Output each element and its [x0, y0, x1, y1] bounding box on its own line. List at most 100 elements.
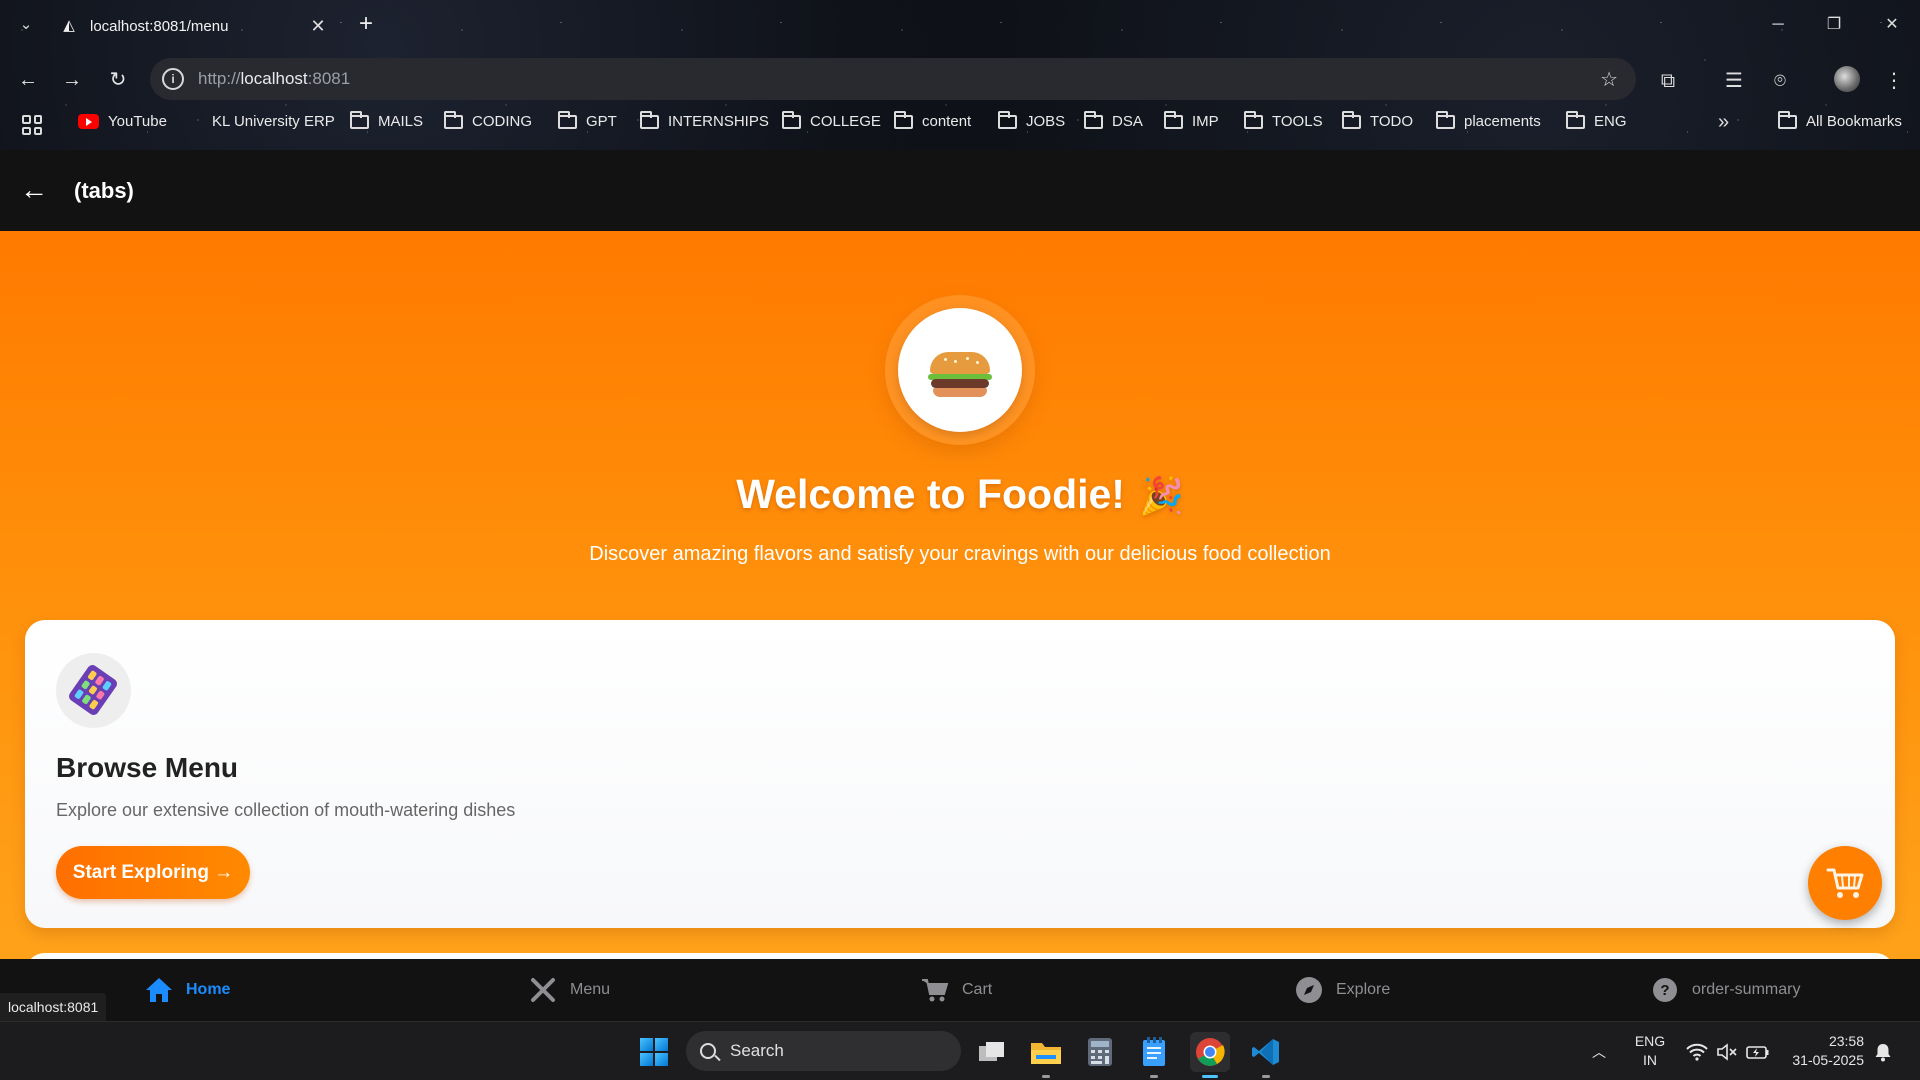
vscode-icon[interactable]	[1246, 1032, 1286, 1078]
folder-icon	[558, 110, 577, 129]
browser-chrome: ⌄ ◭ localhost:8081/menu ✕ + ─ ❐ ✕ ← → ↻ …	[0, 0, 1920, 150]
menu-kebab-icon[interactable]: ⋮	[1880, 67, 1908, 95]
bookmark-folder-placements[interactable]: placements	[1436, 110, 1541, 130]
apps-grid-icon[interactable]	[22, 115, 42, 135]
home-content: Welcome to Foodie! 🎉 Discover amazing fla…	[0, 231, 1920, 959]
language-indicator[interactable]: ENG IN	[1630, 1032, 1670, 1070]
browser-tab-active[interactable]: ◭ localhost:8081/menu ✕	[48, 8, 340, 44]
chrome-icon[interactable]	[1190, 1032, 1230, 1078]
reload-icon[interactable]: ↻	[102, 64, 134, 96]
utensils-icon	[528, 975, 558, 1005]
search-icon	[700, 1043, 716, 1059]
tab-explore[interactable]: Explore	[1294, 975, 1390, 1005]
bookmark-folder-gpt[interactable]: GPT	[558, 110, 617, 130]
notification-bell-icon[interactable]	[1874, 1022, 1892, 1080]
volume-muted-icon[interactable]	[1716, 1022, 1738, 1080]
forward-icon[interactable]: →	[56, 64, 88, 96]
url-text[interactable]: http://localhost:8081	[198, 69, 350, 89]
card-description: Explore our extensive collection of mout…	[56, 800, 516, 820]
tab-order-summary[interactable]: ? order-summary	[1650, 975, 1800, 1005]
folder-icon	[444, 110, 463, 129]
back-arrow-icon[interactable]: ←	[20, 175, 48, 205]
folder-icon	[1164, 110, 1183, 129]
extensions-puzzle-icon[interactable]: ⧉	[1654, 67, 1682, 95]
close-window-icon[interactable]: ✕	[1872, 10, 1912, 40]
bottom-tab-bar: Home Menu Cart Explore ? order-summary	[0, 959, 1920, 1021]
card-icon-wrap	[56, 653, 131, 728]
bookmark-folder-college[interactable]: COLLEGE	[782, 110, 881, 130]
start-exploring-button[interactable]: Start Exploring →	[56, 846, 250, 899]
tab-home[interactable]: Home	[144, 975, 230, 1005]
minimize-icon[interactable]: ─	[1758, 10, 1798, 40]
calculator-icon[interactable]	[1080, 1032, 1120, 1072]
windows-start-icon[interactable]	[640, 1038, 668, 1066]
all-bookmarks[interactable]: All Bookmarks	[1778, 110, 1902, 130]
restore-window-icon[interactable]: ❐	[1814, 10, 1854, 40]
svg-text:?: ?	[1660, 982, 1669, 999]
cart-icon	[1826, 868, 1864, 898]
site-info-icon[interactable]: i	[162, 68, 184, 90]
folder-icon	[782, 110, 801, 129]
header-title: (tabs)	[74, 177, 134, 203]
bookmark-folder-jobs[interactable]: JOBS	[998, 110, 1065, 130]
taskbar-search[interactable]: Search	[686, 1031, 961, 1071]
bookmark-folder-mails[interactable]: MAILS	[350, 110, 423, 130]
expo-favicon-icon: ◭	[63, 17, 75, 34]
bookmark-folder-coding[interactable]: CODING	[444, 110, 532, 130]
back-icon[interactable]: ←	[12, 64, 44, 96]
bookmark-folder-todo[interactable]: TODO	[1342, 110, 1413, 130]
bookmark-star-icon[interactable]: ☆	[1600, 67, 1618, 92]
microsoft-icon	[186, 113, 203, 130]
clock[interactable]: 23:58 31-05-2025	[1784, 1032, 1864, 1070]
link-hover-status: localhost:8081	[0, 993, 107, 1021]
folder-icon	[350, 110, 369, 129]
reading-list-icon[interactable]: ☰	[1720, 67, 1748, 95]
address-bar[interactable]: i http://localhost:8081 ☆	[150, 58, 1636, 100]
bookmark-folder-eng[interactable]: ENG	[1566, 110, 1627, 130]
folder-icon	[1778, 110, 1797, 129]
folder-icon	[998, 110, 1017, 129]
tab-menu[interactable]: Menu	[528, 975, 610, 1005]
help-icon: ?	[1650, 975, 1680, 1005]
bookmark-kl-erp[interactable]: KL University ERP	[186, 113, 335, 130]
welcome-subtitle: Discover amazing flavors and satisfy you…	[589, 543, 1331, 565]
bookmark-folder-internships[interactable]: INTERNSHIPS	[640, 110, 769, 130]
folder-icon	[1342, 110, 1361, 129]
folder-icon	[1436, 110, 1455, 129]
folder-icon	[1244, 110, 1263, 129]
bookmark-youtube[interactable]: YouTube	[78, 113, 167, 130]
tab-cart[interactable]: Cart	[920, 975, 992, 1005]
logo-circle	[898, 308, 1022, 432]
cart-icon	[920, 975, 950, 1005]
browser-toolbar: ← → ↻ i http://localhost:8081 ☆ ⧉ ☰ ⌾ ⋮	[0, 54, 1920, 104]
battery-charging-icon[interactable]	[1746, 1022, 1770, 1080]
new-tab-plus-icon[interactable]: +	[354, 11, 378, 37]
bookmark-folder-dsa[interactable]: DSA	[1084, 110, 1143, 130]
folder-icon	[1566, 110, 1585, 129]
profile-avatar[interactable]	[1834, 66, 1860, 92]
bookmark-folder-content[interactable]: content	[894, 110, 971, 130]
notepad-icon[interactable]	[1134, 1032, 1174, 1078]
tab-search-chevron-icon[interactable]: ⌄	[14, 13, 38, 37]
burger-icon	[928, 352, 992, 397]
app-header: ← (tabs)	[0, 150, 1920, 231]
home-icon	[144, 975, 174, 1005]
wifi-icon[interactable]	[1686, 1022, 1708, 1080]
abacus-icon	[67, 663, 119, 717]
tab-close-icon[interactable]: ✕	[308, 16, 328, 37]
tab-strip: ⌄ ◭ localhost:8081/menu ✕ + ─ ❐ ✕	[0, 0, 1920, 50]
tab-title: localhost:8081/menu	[90, 17, 229, 35]
logo-ring	[885, 295, 1035, 445]
folder-icon	[1084, 110, 1103, 129]
task-view-icon[interactable]	[972, 1032, 1012, 1072]
bookmark-folder-imp[interactable]: IMP	[1164, 110, 1219, 130]
screenshot-lens-icon[interactable]: ⌾	[1766, 67, 1794, 95]
windows-taskbar: Search ︿ ENG IN 23:58 31-05-2025	[0, 1021, 1920, 1080]
youtube-icon	[78, 114, 99, 129]
tray-overflow-chevron-icon[interactable]: ︿	[1592, 1022, 1606, 1080]
folder-icon	[894, 110, 913, 129]
floating-cart-button[interactable]	[1808, 846, 1882, 920]
bookmarks-overflow-chevron-icon[interactable]: »	[1718, 111, 1729, 134]
bookmark-folder-tools[interactable]: TOOLS	[1244, 110, 1323, 130]
file-explorer-icon[interactable]	[1026, 1032, 1066, 1078]
